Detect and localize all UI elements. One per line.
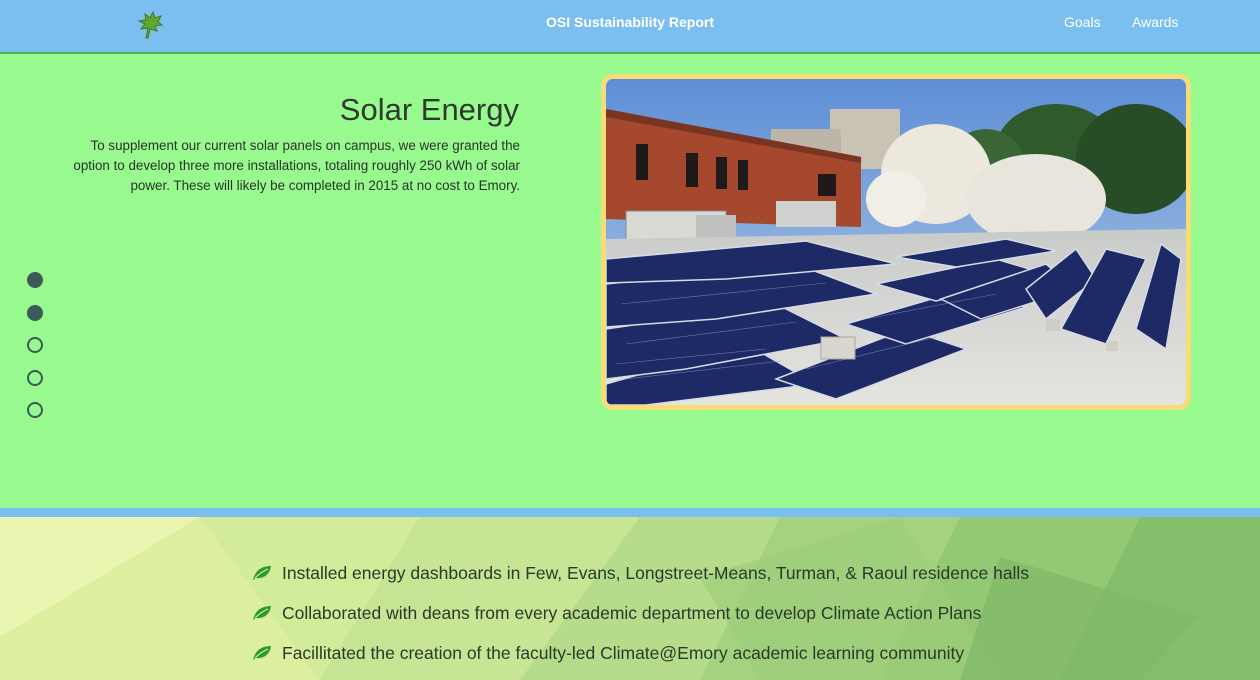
slide-dot-4[interactable] [27, 369, 43, 386]
achievement-text: Collaborated with deans from every acade… [282, 603, 982, 623]
achievement-text: Facillitated the creation of the faculty… [282, 643, 965, 663]
achievements-list: Installed energy dashboards in Few, Evan… [252, 563, 1029, 680]
list-item: Collaborated with deans from every acade… [252, 603, 1029, 643]
slide-title: Solar Energy [339, 92, 519, 127]
nav-goals-link[interactable]: Goals [1064, 14, 1101, 30]
nav-awards-link[interactable]: Awards [1132, 14, 1178, 30]
section-divider [0, 508, 1260, 517]
hero-section: Solar Energy To supplement our current s… [0, 56, 1260, 508]
slide-dot-2[interactable] [27, 304, 43, 321]
achievements-section: Installed energy dashboards in Few, Evan… [0, 517, 1260, 680]
navbar: OSI Sustainability Report Goals Awards [0, 0, 1260, 54]
achievement-text: Installed energy dashboards in Few, Evan… [282, 563, 1030, 583]
list-item: Installed energy dashboards in Few, Evan… [252, 563, 1029, 603]
slide-dot-3[interactable] [27, 337, 43, 353]
solar-panels-photo [601, 74, 1191, 410]
leaf-icon [252, 605, 272, 621]
slide-description: To supplement our current solar panels o… [73, 138, 520, 193]
leaf-icon [252, 645, 272, 661]
list-item: Facillitated the creation of the faculty… [252, 643, 1029, 680]
slide-pagination [27, 272, 43, 435]
leaf-icon [252, 565, 272, 581]
slide-dot-5[interactable] [27, 402, 43, 418]
slide-dot-1[interactable] [27, 272, 43, 288]
